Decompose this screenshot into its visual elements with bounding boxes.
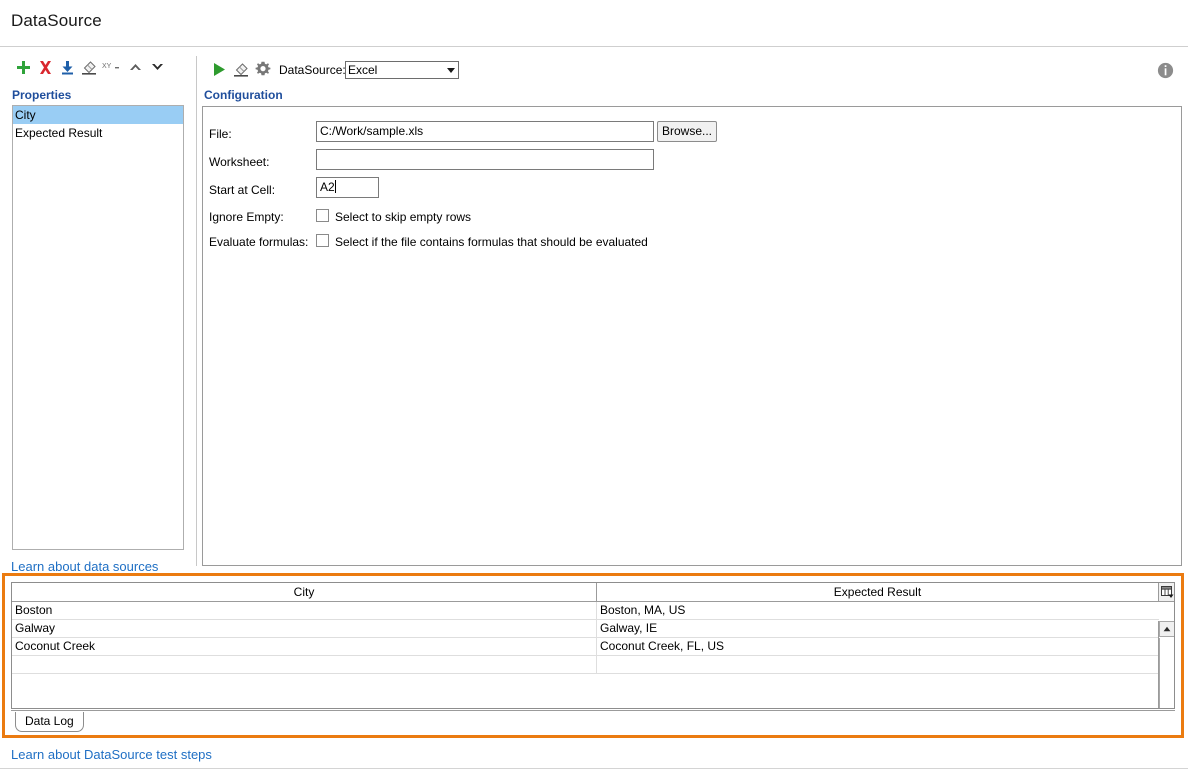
clear-properties-button[interactable] [78,56,100,78]
play-icon [214,62,225,76]
file-input-value: C:/Work/sample.xls [320,124,424,138]
evaluate-formulas-label: Evaluate formulas: [209,235,309,249]
delete-property-button[interactable] [34,56,56,78]
chevron-down-icon [151,64,163,70]
plus-icon [16,60,30,74]
column-chooser-button[interactable] [1158,583,1174,601]
eraser-icon [234,62,248,77]
properties-heading: Properties [12,88,72,102]
start-at-cell-input[interactable]: A2 [316,177,379,198]
page-title: DataSource [11,11,102,30]
tab-data-log[interactable]: Data Log [15,712,84,732]
text-caret [334,180,336,193]
cell-expected-result[interactable]: Coconut Creek, FL, US [597,638,1157,656]
move-down-button[interactable] [146,56,168,78]
table-row[interactable]: Galway Galway, IE [12,620,1159,638]
evaluate-formulas-checkbox[interactable] [316,234,329,247]
data-grid-body: Boston Boston, MA, US Galway Galway, IE … [12,602,1174,708]
eraser-icon [82,60,96,75]
rename-property-button[interactable]: XY [100,56,122,78]
window-titlebar: DataSource [0,0,1188,47]
cell-expected-result[interactable]: Galway, IE [597,620,1157,638]
cell-city[interactable]: Boston [12,602,596,620]
cell-expected-result[interactable]: Boston, MA, US [597,602,1157,620]
options-button[interactable] [252,58,274,80]
evaluate-formulas-checkbox-label[interactable]: Select if the file contains formulas tha… [335,235,648,249]
pane-divider [196,56,197,566]
properties-list[interactable]: City Expected Result [12,105,184,550]
svg-text:XY: XY [102,63,112,70]
start-at-cell-label: Start at Cell: [209,183,276,197]
start-at-cell-input-value: A2 [320,180,335,194]
datasource-label: DataSource: [279,63,346,77]
datasource-selected-value: Excel [348,63,378,77]
chevron-down-icon [447,68,455,73]
info-icon [1157,62,1174,79]
worksheet-input[interactable] [316,149,654,170]
datasource-data-highlight: City Expected Result Boston Boston, MA, … [2,573,1184,738]
cell-city[interactable]: Galway [12,620,596,638]
move-up-button[interactable] [124,56,146,78]
bottom-divider [0,768,1188,769]
file-label: File: [209,127,232,141]
chevron-up-icon [129,64,141,70]
import-properties-button[interactable] [56,56,78,78]
scroll-track[interactable] [1159,638,1174,708]
list-item-city[interactable]: City [13,106,183,124]
learn-about-datasource-test-steps-link[interactable]: Learn about DataSource test steps [11,747,212,762]
clear-data-button[interactable] [230,58,252,80]
x-icon [39,60,51,74]
xy-icon: XY [102,63,119,70]
ignore-empty-checkbox[interactable] [316,209,329,222]
import-icon [61,60,73,74]
worksheet-label: Worksheet: [209,155,270,169]
table-row[interactable]: Boston Boston, MA, US [12,602,1159,620]
cell-divider [596,656,597,674]
scroll-up-icon [1163,626,1171,632]
table-row-empty[interactable] [12,656,1159,674]
cell-city[interactable]: Coconut Creek [12,638,596,656]
column-header-city[interactable]: City [12,583,596,601]
grid-vertical-scrollbar[interactable] [1158,621,1174,708]
data-grid: City Expected Result Boston Boston, MA, … [11,582,1175,709]
gear-icon [255,61,271,76]
datasource-select[interactable]: Excel [345,61,459,79]
datasource-editor-window: DataSource XY Properties City Expected R… [0,0,1188,773]
table-row[interactable]: Coconut Creek Coconut Creek, FL, US [12,638,1159,656]
ignore-empty-label: Ignore Empty: [209,210,284,224]
add-property-button[interactable] [12,56,34,78]
learn-about-data-sources-link[interactable]: Learn about data sources [11,559,158,574]
file-input[interactable]: C:/Work/sample.xls [316,121,654,142]
configuration-heading: Configuration [204,88,283,102]
scroll-up-button[interactable] [1159,621,1174,637]
ignore-empty-checkbox-label[interactable]: Select to skip empty rows [335,210,471,224]
data-grid-header: City Expected Result [12,583,1174,602]
configuration-panel: File: C:/Work/sample.xls Worksheet: Star… [202,106,1182,566]
list-item-expected-result[interactable]: Expected Result [13,124,183,142]
browse-button[interactable]: Browse... [657,121,717,142]
properties-toolbar: XY [0,56,190,82]
run-button[interactable] [208,58,230,80]
grid-columns-icon [1161,585,1174,598]
bottom-tabstrip: Data Log [11,710,1175,732]
column-header-expected-result[interactable]: Expected Result [597,583,1158,601]
info-button[interactable] [1157,62,1174,82]
